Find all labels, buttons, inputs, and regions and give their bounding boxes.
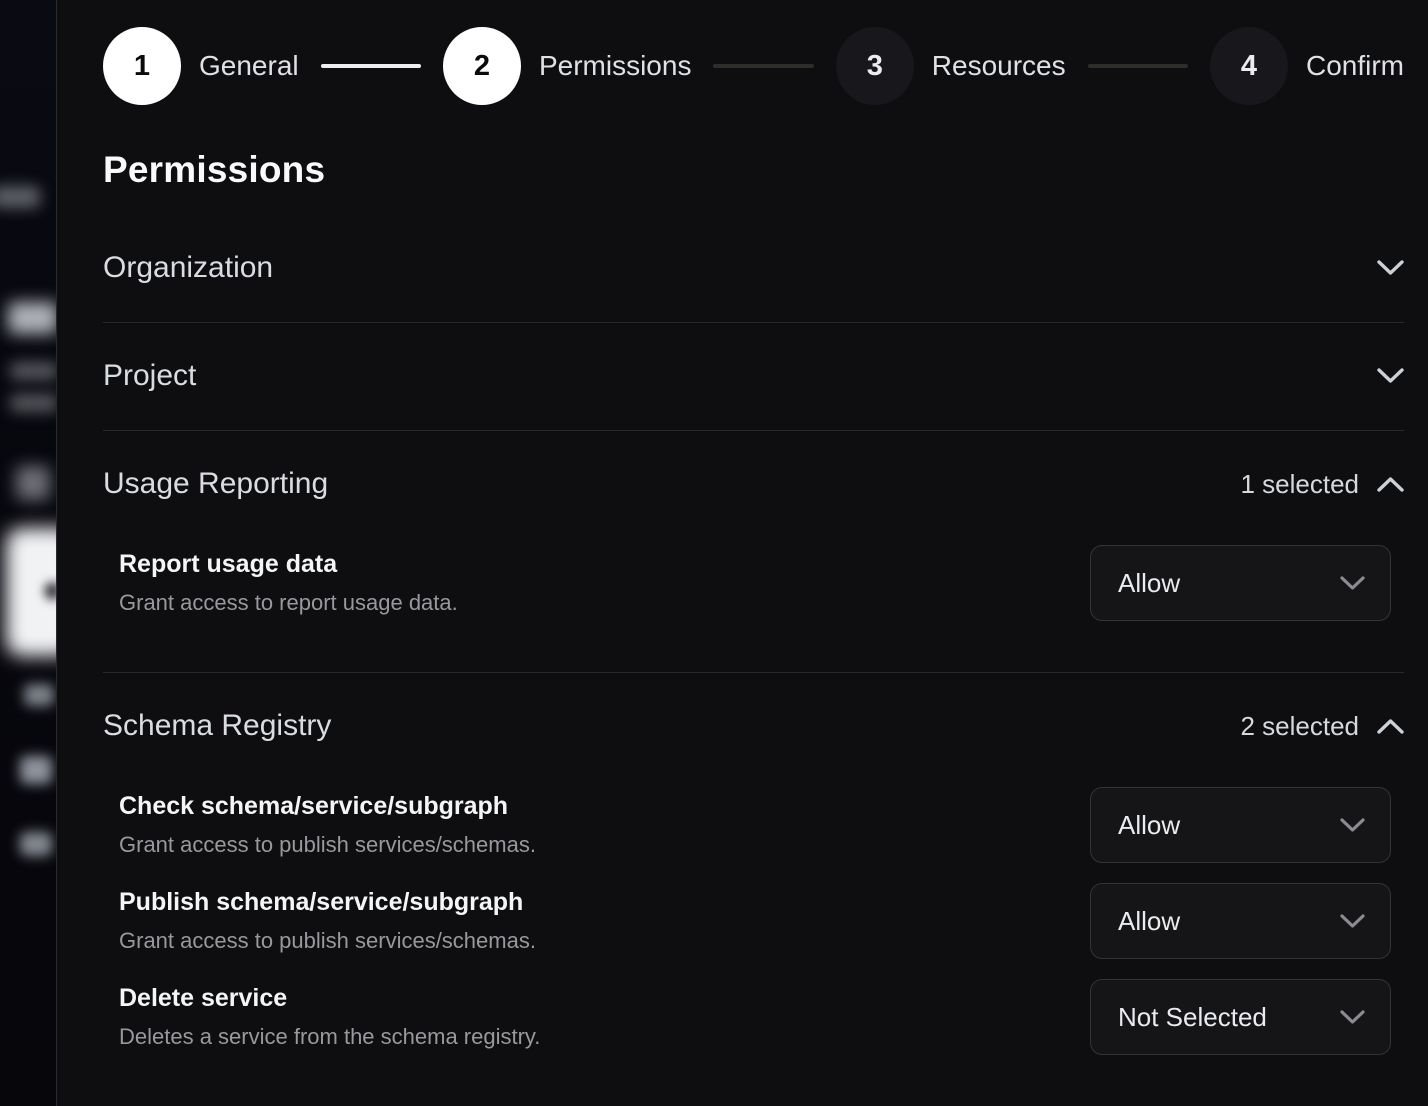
wizard-stepper: 1 General 2 Permissions 3 Resources 4 Co… (103, 27, 1404, 105)
chevron-down-icon (1340, 1010, 1365, 1025)
chevron-down-icon[interactable] (1377, 368, 1404, 384)
permission-title: Publish schema/service/subgraph (119, 888, 536, 917)
permission-title: Report usage data (119, 550, 458, 579)
permission-row-publish-schema: Publish schema/service/subgraph Grant ac… (103, 883, 1404, 959)
section-organization: Organization (103, 215, 1404, 323)
permission-description: Grant access to publish services/schemas… (119, 928, 536, 954)
permission-select-check-schema[interactable]: Allow (1090, 787, 1391, 863)
chevron-down-icon (1340, 818, 1365, 833)
create-key-wizard-panel: 1 General 2 Permissions 3 Resources 4 Co… (56, 0, 1428, 1106)
step-3-circle: 3 (836, 27, 914, 105)
permission-title: Check schema/service/subgraph (119, 792, 536, 821)
blurred-nav-item (24, 684, 54, 706)
section-usage-reporting: Usage Reporting 1 selected Report usage … (103, 431, 1404, 673)
step-permissions[interactable]: 2 Permissions (443, 27, 691, 105)
background-sidebar (0, 0, 56, 1106)
section-title: Usage Reporting (103, 467, 328, 501)
permission-description: Deletes a service from the schema regist… (119, 1024, 540, 1050)
chevron-down-icon (1340, 914, 1365, 929)
step-connector (713, 64, 813, 68)
blurred-nav-item (20, 756, 52, 784)
chevron-up-icon[interactable] (1377, 476, 1404, 492)
step-4-label: Confirm (1306, 50, 1404, 82)
permission-row-delete-service: Delete service Deletes a service from th… (103, 979, 1404, 1055)
step-resources[interactable]: 3 Resources (836, 27, 1066, 105)
blurred-nav-item (20, 832, 52, 856)
permission-select-delete-service[interactable]: Not Selected (1090, 979, 1391, 1055)
blurred-text-line (10, 362, 56, 380)
step-2-label: Permissions (539, 50, 691, 82)
page-title: Permissions (103, 149, 1404, 191)
chevron-down-icon (1340, 576, 1365, 591)
select-value: Not Selected (1118, 1002, 1267, 1033)
permission-description: Grant access to report usage data. (119, 590, 458, 616)
step-4-circle: 4 (1210, 27, 1288, 105)
section-schema-registry: Schema Registry 2 selected Check schema/… (103, 673, 1404, 1055)
blurred-heading (8, 302, 56, 334)
permission-title: Delete service (119, 984, 540, 1013)
chevron-down-icon[interactable] (1377, 260, 1404, 276)
permission-row-check-schema: Check schema/service/subgraph Grant acce… (103, 787, 1404, 863)
permission-select-publish-schema[interactable]: Allow (1090, 883, 1391, 959)
selected-count-badge: 1 selected (1240, 469, 1359, 500)
step-2-circle: 2 (443, 27, 521, 105)
select-value: Allow (1118, 568, 1180, 599)
blurred-card-dot (44, 582, 56, 600)
section-project: Project (103, 323, 1404, 431)
step-connector (1088, 64, 1188, 68)
permission-select-report-usage-data[interactable]: Allow (1090, 545, 1391, 621)
step-1-circle: 1 (103, 27, 181, 105)
section-title: Organization (103, 251, 273, 285)
section-title: Project (103, 359, 196, 393)
step-1-label: General (199, 50, 299, 82)
blurred-text-line (10, 394, 56, 412)
blurred-pill (0, 186, 40, 208)
step-confirm[interactable]: 4 Confirm (1210, 27, 1404, 105)
step-connector (321, 64, 421, 68)
chevron-up-icon[interactable] (1377, 718, 1404, 734)
section-title: Schema Registry (103, 709, 331, 743)
select-value: Allow (1118, 810, 1180, 841)
selected-count-badge: 2 selected (1240, 711, 1359, 742)
permission-row-report-usage-data: Report usage data Grant access to report… (103, 545, 1404, 621)
select-value: Allow (1118, 906, 1180, 937)
permission-description: Grant access to publish services/schemas… (119, 832, 536, 858)
section-schema-registry-header[interactable]: Schema Registry 2 selected (103, 673, 1404, 743)
step-general[interactable]: 1 General (103, 27, 299, 105)
section-project-header[interactable]: Project (103, 323, 1404, 393)
section-usage-reporting-header[interactable]: Usage Reporting 1 selected (103, 431, 1404, 501)
section-organization-header[interactable]: Organization (103, 215, 1404, 285)
step-3-label: Resources (932, 50, 1066, 82)
blurred-icon (16, 466, 50, 500)
